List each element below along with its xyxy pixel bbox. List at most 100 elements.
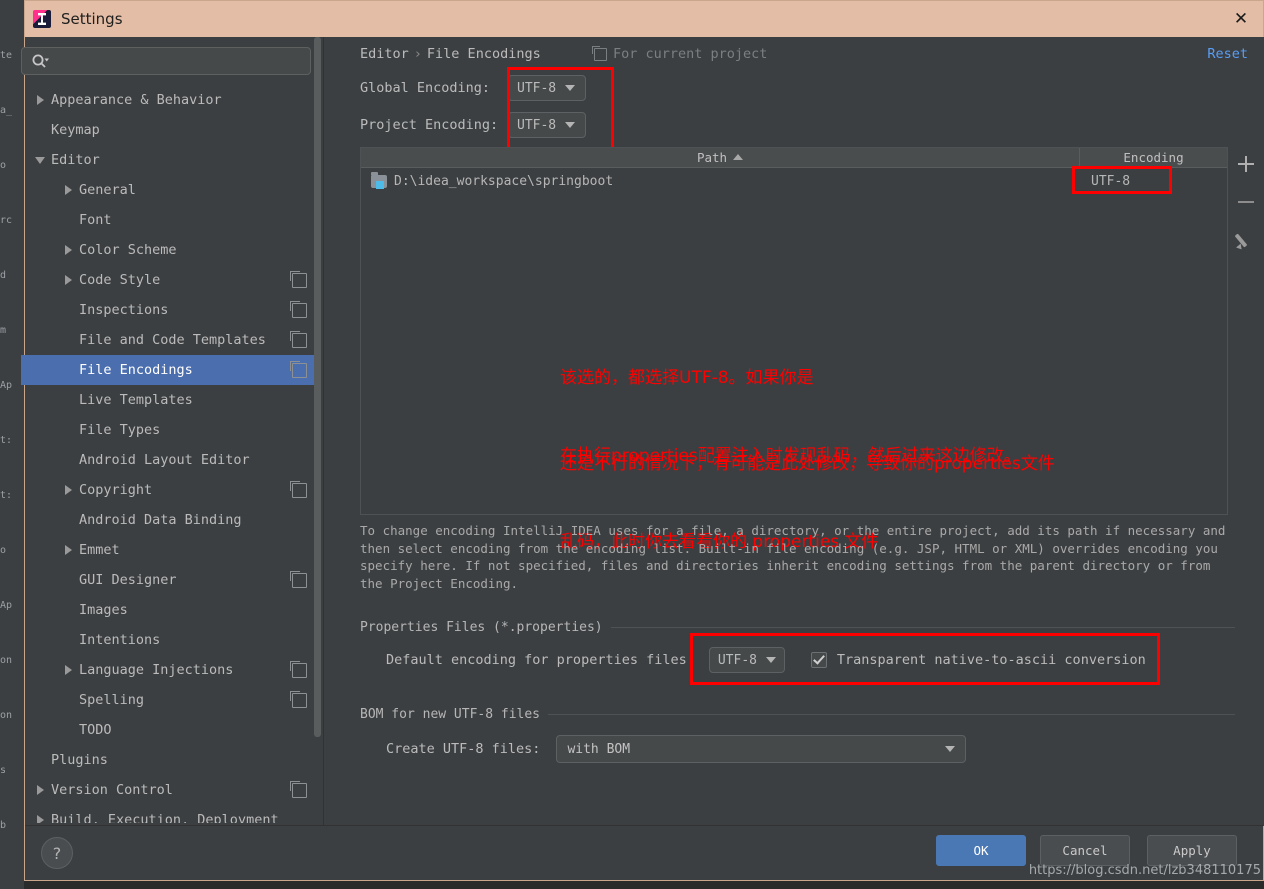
sidebar-item-language-injections[interactable]: Language Injections (21, 655, 319, 685)
copy-settings-icon (290, 271, 307, 288)
sidebar-item-general[interactable]: General (21, 175, 319, 205)
sidebar-item-copyright[interactable]: Copyright (21, 475, 319, 505)
sidebar-scrollbar[interactable] (314, 37, 321, 737)
chevron-right-icon[interactable] (63, 274, 75, 286)
edit-icon[interactable] (1235, 229, 1257, 251)
settings-dialog: Settings ✕ Appearance & Behavior Keymap Ed… (21, 0, 1264, 881)
sidebar-item-build-execution-deployment[interactable]: Build, Execution, Deployment (21, 805, 319, 823)
properties-encoding-combo[interactable]: UTF-8 (708, 647, 785, 673)
sidebar-item-emmet[interactable]: Emmet (21, 535, 319, 565)
sidebar-item-label: Emmet (79, 542, 120, 558)
global-encoding-row: Global Encoding: UTF-8 (360, 75, 586, 101)
copy-settings-icon (290, 361, 307, 378)
file-encodings-panel: Editor › File Encodings For current projec… (324, 37, 1264, 826)
sidebar-item-label: Font (79, 212, 112, 228)
sidebar-item-intentions[interactable]: Intentions (21, 625, 319, 655)
sidebar-item-file-and-code-templates[interactable]: File and Code Templates (21, 325, 319, 355)
column-header-encoding[interactable]: Encoding (1080, 148, 1227, 167)
global-encoding-value: UTF-8 (517, 80, 557, 96)
breadcrumb: Editor › File Encodings (360, 46, 541, 62)
sidebar-item-file-types[interactable]: File Types (21, 415, 319, 445)
sidebar-item-label: TODO (79, 722, 112, 738)
sidebar-item-label: General (79, 182, 136, 198)
search-input[interactable] (21, 47, 311, 75)
global-encoding-label: Global Encoding: (360, 80, 491, 96)
default-properties-encoding-row: Default encoding for properties files: U… (386, 647, 1146, 673)
sidebar-item-file-encodings[interactable]: File Encodings (21, 355, 319, 385)
close-icon[interactable]: ✕ (1229, 7, 1253, 31)
cancel-button[interactable]: Cancel (1040, 835, 1130, 866)
create-utf8-combo[interactable]: with BOM (556, 735, 967, 763)
sidebar-item-todo[interactable]: TODO (21, 715, 319, 745)
transparent-conversion-checkbox[interactable] (810, 652, 827, 668)
group-divider (610, 627, 1235, 628)
sidebar-item-label: Build, Execution, Deployment (51, 812, 279, 823)
path-text: D:\idea_workspace\springboot (394, 173, 614, 189)
sidebar-item-version-control[interactable]: Version Control (21, 775, 319, 805)
chevron-right-icon[interactable] (35, 784, 47, 796)
chevron-right-icon[interactable] (63, 664, 75, 676)
add-icon[interactable] (1235, 153, 1257, 175)
sidebar-item-keymap[interactable]: Keymap (21, 115, 319, 145)
sidebar-item-label: File Types (79, 422, 161, 438)
help-button[interactable]: ? (41, 837, 73, 869)
chevron-right-icon[interactable] (35, 94, 47, 106)
encodings-table[interactable]: Path Encoding D:\idea_workspace\springbo… (360, 147, 1228, 515)
ok-button[interactable]: OK (936, 835, 1026, 866)
breadcrumb-root[interactable]: Editor (360, 46, 409, 62)
sidebar-item-images[interactable]: Images (21, 595, 319, 625)
sidebar-item-spelling[interactable]: Spelling (21, 685, 319, 715)
sidebar-item-label: Color Scheme (79, 242, 177, 258)
chevron-down-icon (565, 85, 576, 91)
sidebar-item-label: Inspections (79, 302, 169, 318)
sidebar-item-font[interactable]: Font (21, 205, 319, 235)
sidebar-item-code-style[interactable]: Code Style (21, 265, 319, 295)
screenshot-root: te a_ o rc d m Ap t: t: o Ap on on s b Settings ✕ Appe… (0, 0, 1264, 889)
chevron-down-icon (766, 657, 776, 663)
chevron-right-icon[interactable] (63, 244, 75, 256)
copy-settings-icon (290, 571, 307, 588)
chevron-right-icon[interactable] (63, 544, 75, 556)
project-encoding-combo[interactable]: UTF-8 (508, 112, 586, 138)
project-encoding-value: UTF-8 (517, 117, 557, 133)
apply-button[interactable]: Apply (1147, 835, 1237, 866)
table-cell-path: D:\idea_workspace\springboot (361, 171, 1079, 189)
table-toolbar (1229, 147, 1263, 521)
chevron-down-icon[interactable] (35, 154, 47, 166)
table-cell-encoding[interactable]: UTF-8 (1079, 174, 1227, 189)
reset-link[interactable]: Reset (1207, 46, 1248, 62)
sidebar-item-label: Android Data Binding (79, 512, 242, 528)
table-header: Path Encoding (361, 148, 1227, 168)
chevron-right-icon[interactable] (63, 484, 75, 496)
sidebar-item-android-layout-editor[interactable]: Android Layout Editor (21, 445, 319, 475)
sidebar-item-appearance-behavior[interactable]: Appearance & Behavior (21, 85, 319, 115)
sidebar-item-label: Copyright (79, 482, 153, 498)
search-icon (32, 54, 49, 68)
sidebar-item-live-templates[interactable]: Live Templates (21, 385, 319, 415)
column-header-path[interactable]: Path (361, 148, 1080, 167)
sidebar-item-editor[interactable]: Editor (21, 145, 319, 175)
sidebar-item-label: Images (79, 602, 128, 618)
dialog-titlebar: Settings ✕ (25, 1, 1263, 37)
sidebar-item-inspections[interactable]: Inspections (21, 295, 319, 325)
sidebar-item-plugins[interactable]: Plugins (21, 745, 319, 775)
global-encoding-combo[interactable]: UTF-8 (508, 75, 586, 101)
remove-icon[interactable] (1235, 191, 1257, 213)
sidebar-item-color-scheme[interactable]: Color Scheme (21, 235, 319, 265)
chevron-right-icon[interactable] (35, 814, 47, 823)
settings-tree[interactable]: Appearance & Behavior Keymap Editor General… (21, 85, 319, 823)
chevron-right-icon[interactable] (63, 184, 75, 196)
settings-sidebar: Appearance & Behavior Keymap Editor General… (21, 37, 323, 826)
sidebar-item-gui-designer[interactable]: GUI Designer (21, 565, 319, 595)
sidebar-item-label: Appearance & Behavior (51, 92, 222, 108)
column-header-encoding-label: Encoding (1123, 150, 1184, 165)
sidebar-item-android-data-binding[interactable]: Android Data Binding (21, 505, 319, 535)
table-row[interactable]: D:\idea_workspace\springboot UTF-8 (361, 168, 1227, 194)
